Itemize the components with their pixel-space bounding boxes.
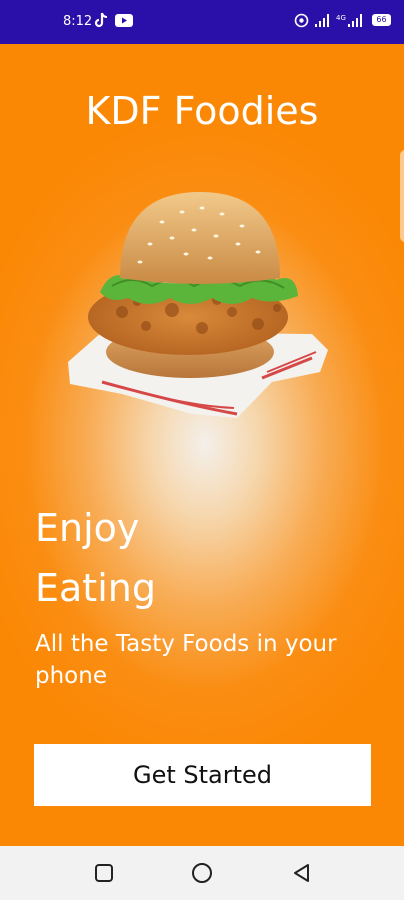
svg-text:4G: 4G	[336, 14, 346, 22]
recents-square-icon[interactable]	[92, 861, 116, 885]
burger-image	[68, 192, 328, 418]
battery-icon: 66	[372, 14, 391, 26]
tiktok-icon	[94, 12, 108, 28]
app-title: KDF Foodies	[85, 89, 319, 133]
welcome-screen: KDF Foodies Enjoy Eating All the Tasty F…	[0, 44, 404, 846]
edge-panel-handle[interactable]	[400, 150, 404, 242]
youtube-icon	[115, 14, 133, 27]
signal-icon	[315, 14, 329, 27]
status-bar: 8:12 4G 66	[0, 0, 404, 44]
headline-line-1: Enjoy	[35, 506, 140, 550]
hotspot-icon	[294, 13, 309, 28]
get-started-button[interactable]: Get Started	[34, 744, 371, 806]
battery-level: 66	[376, 15, 387, 24]
status-time: 8:12	[63, 14, 93, 29]
navigation-bar	[0, 846, 404, 900]
headline-line-2: Eating	[35, 566, 156, 610]
home-circle-icon[interactable]	[190, 861, 214, 885]
subtitle: All the Tasty Foods in your phone	[35, 631, 337, 689]
back-triangle-icon[interactable]	[290, 861, 314, 885]
signal-icon: 4G	[336, 14, 362, 27]
